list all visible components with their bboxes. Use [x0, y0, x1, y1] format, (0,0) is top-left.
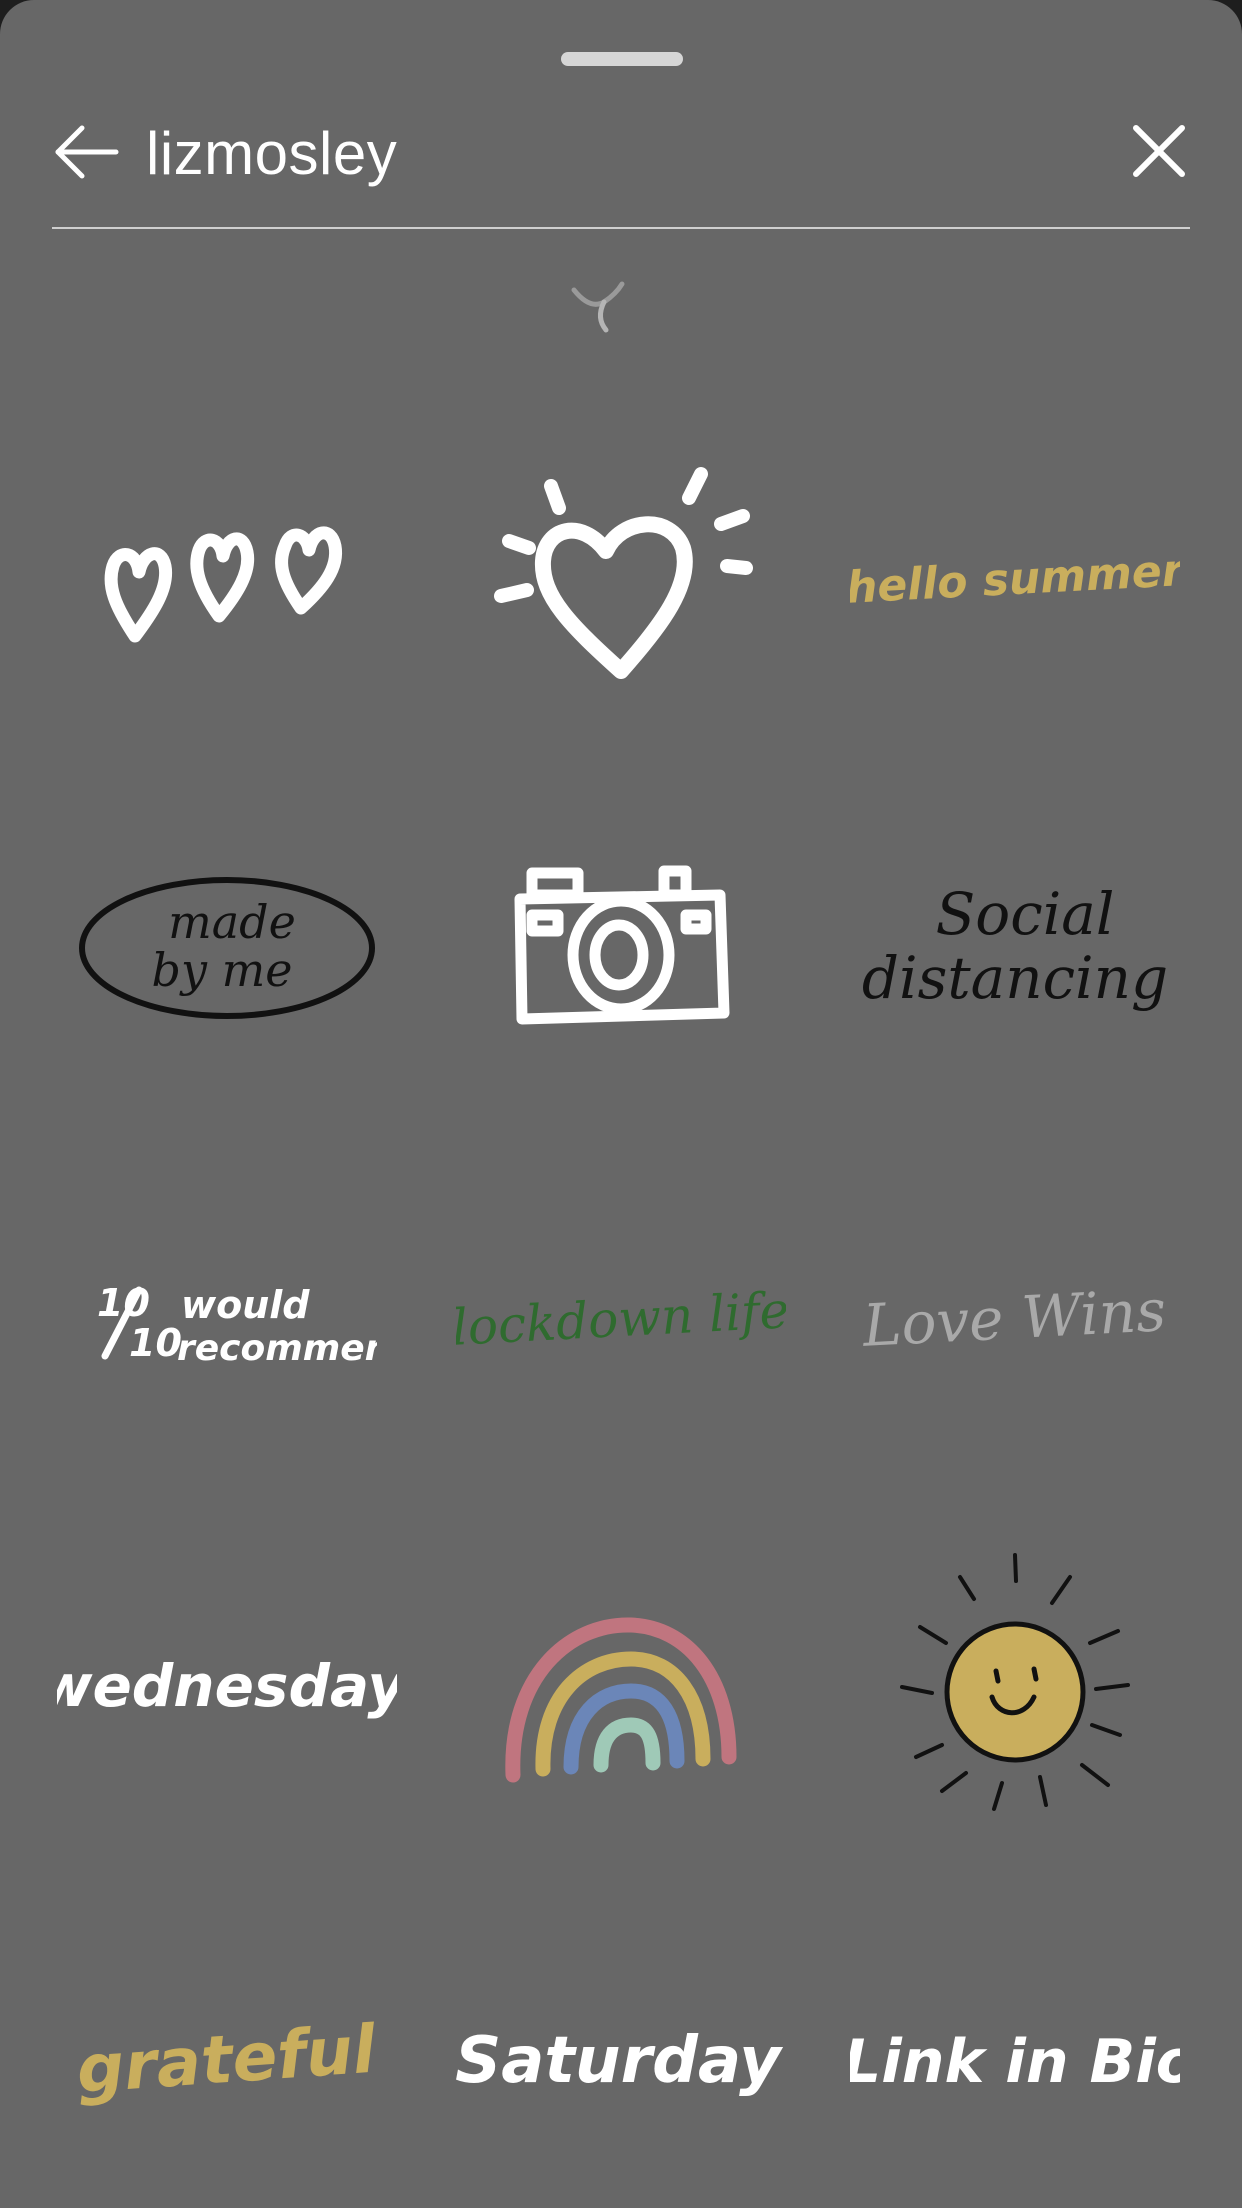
search-bar: lizmosley: [52, 104, 1190, 224]
sticker-text: Saturday: [456, 2024, 783, 2098]
sticker-text-line2: distancing: [862, 944, 1168, 1012]
sticker-camera[interactable]: [424, 762, 818, 1134]
sticker-text: grateful: [77, 2011, 377, 2109]
sticker-text: Link in Bio: [850, 2027, 1180, 2097]
sun-icon: [900, 1553, 1130, 1811]
sticker-saturday[interactable]: Saturday: [424, 1878, 818, 2208]
search-input[interactable]: lizmosley: [146, 114, 397, 194]
rating-denominator: 10: [129, 1321, 182, 1365]
heart-burst-icon: [494, 467, 753, 679]
sticker-hello-summer[interactable]: hello summer: [818, 390, 1212, 762]
sticker-text-line2: by me: [152, 943, 293, 997]
sticker-three-hearts[interactable]: [30, 390, 424, 762]
rainbow-icon: [505, 1617, 737, 1783]
sticker-sun[interactable]: [818, 1506, 1212, 1878]
sticker-heart-burst[interactable]: [424, 390, 818, 762]
sticker-text: hello summer: [850, 545, 1180, 614]
search-divider: [52, 227, 1190, 229]
sticker-text-line2: recommend: [177, 1328, 377, 1369]
sticker-love-wins[interactable]: Love Wins: [818, 1134, 1212, 1506]
sticker-text-line1: would: [181, 1283, 310, 1327]
three-hearts-icon: [104, 526, 343, 643]
sticker-link-in-bio[interactable]: Link in Bio: [818, 1878, 1212, 2208]
close-icon[interactable]: [1128, 120, 1190, 182]
sticker-made-by-me[interactable]: made by me: [30, 762, 424, 1134]
back-arrow-icon[interactable]: [52, 122, 122, 182]
sticker-rainbow[interactable]: [424, 1506, 818, 1878]
sticker-lockdown-life[interactable]: lockdown life: [424, 1134, 818, 1506]
sticker-text-line1: Social: [936, 880, 1115, 948]
sticker-sheet: lizmosley hello summer made by me Social…: [0, 0, 1242, 2208]
loading-spinner-icon: [560, 276, 640, 336]
sticker-grid: hello summer made by me Social distancin…: [30, 390, 1212, 2208]
sticker-grateful[interactable]: grateful: [30, 1878, 424, 2208]
sticker-social-distancing[interactable]: Social distancing: [818, 762, 1212, 1134]
sticker-text: Love Wins: [860, 1276, 1167, 1360]
sticker-text: lockdown life: [456, 1281, 786, 1357]
drag-handle[interactable]: [561, 52, 683, 66]
sticker-text: wednesday: [57, 1652, 397, 1720]
sticker-would-recommend[interactable]: 10 10 would recommend: [30, 1134, 424, 1506]
sticker-wednesday[interactable]: wednesday: [30, 1506, 424, 1878]
sticker-text-line1: made: [168, 895, 296, 949]
camera-icon: [514, 865, 730, 1025]
